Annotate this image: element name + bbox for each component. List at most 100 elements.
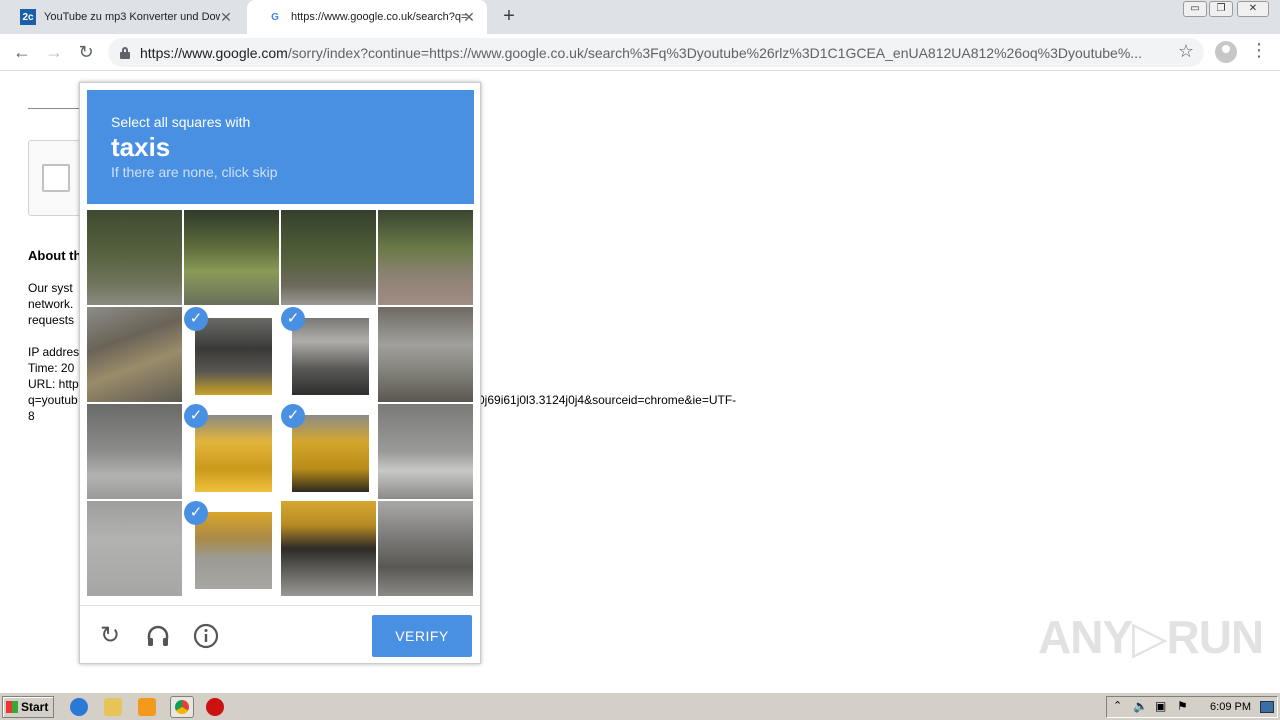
recaptcha-checkbox[interactable]: [42, 164, 70, 192]
tile-image: [281, 210, 376, 305]
close-icon[interactable]: ✕: [461, 9, 477, 25]
system-tray: ⌃ 🔈 ▣ ⚑ 6:09 PM: [1106, 696, 1278, 718]
new-tab-button[interactable]: +: [498, 5, 520, 27]
body-line: Our syst: [28, 281, 73, 295]
tile-image: [292, 318, 369, 395]
taskbar: Start ⌃ 🔈 ▣ ⚑ 6:09 PM: [0, 692, 1280, 720]
grid-tile-6[interactable]: ✓: [184, 307, 279, 402]
internet-explorer-icon[interactable]: [70, 698, 88, 716]
lock-icon[interactable]: [120, 46, 130, 59]
query-line: q=youtub: [28, 393, 78, 407]
grid-tile-15[interactable]: [281, 501, 376, 596]
challenge-header: Select all squares with taxis If there a…: [87, 90, 474, 204]
url-text[interactable]: https://www.google.com/sorry/index?conti…: [140, 45, 1150, 61]
grid-tile-14[interactable]: ✓: [184, 501, 279, 596]
tile-image: [87, 307, 182, 402]
tile-image: [292, 415, 369, 492]
tile-image: [184, 210, 279, 305]
network-icon[interactable]: ▣: [1155, 699, 1166, 713]
address-bar[interactable]: https://www.google.com/sorry/index?conti…: [108, 38, 1204, 67]
body-line: requests: [28, 313, 75, 327]
site-favicon-icon: 2c: [20, 9, 36, 25]
media-player-icon[interactable]: [138, 698, 156, 716]
tile-image: [378, 210, 473, 305]
time-line: Time: 20: [28, 361, 75, 375]
tile-image: [378, 307, 473, 402]
grid-tile-5[interactable]: [87, 307, 182, 402]
info-icon[interactable]: [192, 622, 220, 650]
chrome-icon: [175, 700, 189, 714]
start-label: Start: [21, 700, 49, 714]
challenge-target: taxis: [111, 132, 171, 162]
grid-tile-4[interactable]: [378, 210, 473, 305]
windows-logo-icon: [6, 701, 18, 713]
headphones-icon[interactable]: [144, 622, 172, 650]
reload-challenge-icon[interactable]: ↻: [96, 622, 124, 650]
recaptcha-challenge: Select all squares with taxis If there a…: [79, 82, 481, 664]
tile-image: [281, 501, 376, 596]
grid-tile-10[interactable]: ✓: [184, 404, 279, 499]
grid-tile-13[interactable]: [87, 501, 182, 596]
grid-tile-2[interactable]: [184, 210, 279, 305]
show-desktop-icon[interactable]: [1260, 701, 1274, 713]
tab-strip: 2c YouTube zu mp3 Konverter und Download…: [0, 0, 1280, 34]
body-line: network.: [28, 297, 74, 311]
ip-line: IP addres: [28, 345, 80, 359]
tile-image: [87, 210, 182, 305]
forward-arrow-icon[interactable]: →: [42, 40, 66, 64]
file-explorer-icon[interactable]: [104, 698, 122, 716]
start-button[interactable]: Start: [2, 696, 54, 718]
tab-google-search[interactable]: G https://www.google.co.uk/search?q=yout…: [247, 0, 487, 34]
tile-image: [378, 404, 473, 499]
url-line: URL: http: [28, 377, 79, 391]
grid-tile-12[interactable]: [378, 404, 473, 499]
tile-image: [87, 404, 182, 499]
window-close-button[interactable]: ✕: [1237, 1, 1269, 17]
grid-tile-8[interactable]: [378, 307, 473, 402]
anyrun-watermark: ANY▷RUN: [1038, 611, 1264, 663]
challenge-footer: ↻ VERIFY: [80, 605, 480, 663]
grid-tile-3[interactable]: [281, 210, 376, 305]
reload-icon[interactable]: ↻: [74, 40, 98, 64]
verify-button[interactable]: VERIFY: [372, 615, 472, 657]
back-arrow-icon[interactable]: ←: [10, 40, 34, 64]
grid-tile-16[interactable]: [378, 501, 473, 596]
challenge-instruction: Select all squares with: [111, 114, 251, 130]
minimize-button[interactable]: ▭: [1183, 1, 1207, 17]
checkmark-icon: ✓: [281, 307, 305, 331]
checkmark-icon: ✓: [281, 404, 305, 428]
bookmark-star-icon[interactable]: ☆: [1178, 41, 1194, 62]
menu-dots-icon[interactable]: ⋮: [1250, 40, 1268, 61]
grid-tile-9[interactable]: [87, 404, 182, 499]
tray-expand-icon[interactable]: ⌃: [1113, 699, 1122, 712]
tile-image: [87, 501, 182, 596]
checkmark-icon: ✓: [184, 404, 208, 428]
about-heading: About th: [28, 248, 82, 263]
grid-tile-1[interactable]: [87, 210, 182, 305]
clock[interactable]: 6:09 PM: [1210, 701, 1251, 713]
tile-image: [195, 318, 272, 395]
google-favicon-icon: G: [271, 11, 279, 23]
tile-image: [195, 512, 272, 589]
grid-tile-11[interactable]: ✓: [281, 404, 376, 499]
image-grid: ✓ ✓ ✓ ✓ ✓: [87, 210, 474, 597]
grid-tile-7[interactable]: ✓: [281, 307, 376, 402]
challenge-hint: If there are none, click skip: [111, 164, 278, 180]
chrome-taskbar-button[interactable]: [170, 696, 194, 718]
profile-avatar-icon[interactable]: [1215, 41, 1237, 63]
tile-image: [378, 501, 473, 596]
maximize-button[interactable]: ❐: [1209, 1, 1233, 17]
volume-icon[interactable]: 🔈: [1133, 699, 1148, 713]
browser-toolbar: ← → ↻ https://www.google.com/sorry/index…: [0, 34, 1280, 71]
opera-icon[interactable]: [206, 698, 224, 716]
tab-title: YouTube zu mp3 Konverter und Download: [44, 11, 220, 23]
checkmark-icon: ✓: [184, 307, 208, 331]
action-center-flag-icon[interactable]: ⚑: [1177, 699, 1188, 713]
tab-youtube-converter[interactable]: 2c YouTube zu mp3 Konverter und Download…: [0, 0, 244, 34]
url-tail: 0j69i61j0l3.3124j0j4&sourceid=chrome&ie=…: [478, 393, 737, 407]
url-tail-2: 8: [28, 409, 35, 423]
tab-title: https://www.google.co.uk/search?q=youtub…: [291, 11, 467, 23]
tile-image: [195, 415, 272, 492]
close-icon[interactable]: ✕: [218, 9, 234, 25]
checkmark-icon: ✓: [184, 501, 208, 525]
